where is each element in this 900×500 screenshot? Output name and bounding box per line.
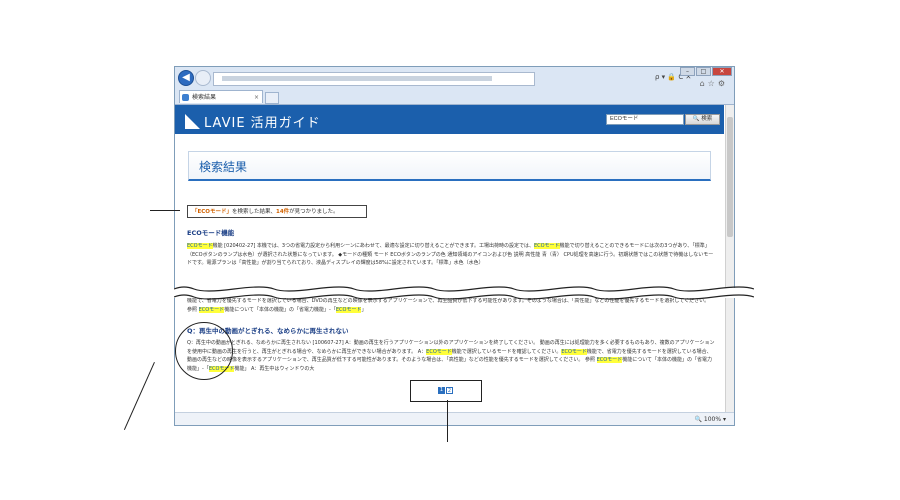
- highlight: ECOモード: [426, 348, 452, 355]
- close-window-button[interactable]: ✕: [712, 67, 732, 76]
- callout-box-pagination: [410, 380, 482, 402]
- callout-circle: [175, 322, 233, 380]
- page-title-box: 検索結果: [188, 151, 711, 181]
- result-body-video: Q：再生中の動画がとぎれる、なめらかに再生されない [100607-27] A：…: [187, 339, 715, 373]
- maximize-button[interactable]: □: [696, 67, 711, 76]
- highlight: ECOモード: [187, 243, 213, 249]
- site-logo[interactable]: LAVIE 活用ガイド: [185, 112, 321, 131]
- vertical-scrollbar[interactable]: [725, 105, 734, 412]
- back-button[interactable]: ◀: [178, 70, 194, 86]
- search-input[interactable]: [606, 114, 684, 125]
- browser-toolbar: ◀ ρ ▾ 🔒 C ✕ – □ ✕ ⌂☆⚙: [175, 67, 734, 89]
- window-controls: – □ ✕: [680, 67, 732, 77]
- tab-search-results[interactable]: 検索結果 ×: [179, 90, 263, 103]
- search-button-label: 検索: [701, 116, 713, 122]
- highlight: ECOモード: [533, 243, 560, 249]
- result-text: 機能 [020402-27] 本機では、3つの省電力設定から利用シーンにあわせて…: [212, 243, 534, 249]
- callout-line-circle: [123, 362, 155, 431]
- site-header: LAVIE 活用ガイド 🔍 検索: [175, 105, 724, 134]
- scrollbar-thumb[interactable]: [727, 117, 733, 237]
- result-body-eco: ECOモード機能 [020402-27] 本機では、3つの省電力設定から利用シー…: [187, 242, 715, 268]
- address-text-blurred: [222, 76, 492, 81]
- lavie-logo-icon: [185, 114, 200, 129]
- page-title: 検索結果: [199, 160, 248, 174]
- search-button[interactable]: 🔍 検索: [685, 114, 720, 125]
- zoom-control[interactable]: 🔍 100% ▾: [695, 416, 726, 423]
- highlight: ECOモード: [561, 348, 587, 355]
- result-title-eco[interactable]: ECOモード機能: [187, 227, 234, 237]
- result-summary: 「ECOモード」を検索した結果、14件が見つかりました。: [187, 205, 367, 218]
- new-tab-button[interactable]: [265, 92, 279, 104]
- forward-button[interactable]: [195, 70, 211, 86]
- wave-gap: [174, 288, 754, 298]
- browser-window: ◀ ρ ▾ 🔒 C ✕ – □ ✕ ⌂☆⚙ 検索結果 × LAVIE 活用ガイド…: [174, 66, 735, 426]
- result-text: 機能で選択しているモードを確認してください。: [451, 348, 562, 355]
- address-bar[interactable]: [213, 72, 535, 86]
- summary-keyword: 「ECOモード」: [192, 209, 232, 215]
- callout-line-pagination: [447, 400, 448, 442]
- status-bar: 🔍 100% ▾: [175, 412, 734, 425]
- favicon-icon: [182, 94, 189, 101]
- highlight: ECOモード: [596, 357, 623, 363]
- tab-bar: 検索結果 ×: [175, 89, 734, 105]
- close-tab-icon[interactable]: ×: [254, 91, 259, 104]
- logo-text: LAVIE 活用ガイド: [204, 116, 321, 131]
- summary-suffix: が見つかりました。: [289, 209, 339, 215]
- page-break-waves: [174, 286, 754, 300]
- summary-count: 14件: [276, 209, 290, 215]
- minimize-button[interactable]: –: [680, 67, 695, 76]
- toolbar-icons[interactable]: ⌂☆⚙: [700, 79, 728, 88]
- summary-middle: を検索した結果、: [231, 209, 276, 215]
- result-text: 機能」 A：再生中はウィンドウの大: [234, 365, 315, 372]
- tab-title: 検索結果: [192, 94, 217, 101]
- zoom-level: 100%: [703, 416, 722, 423]
- callout-line-summary: [150, 210, 180, 211]
